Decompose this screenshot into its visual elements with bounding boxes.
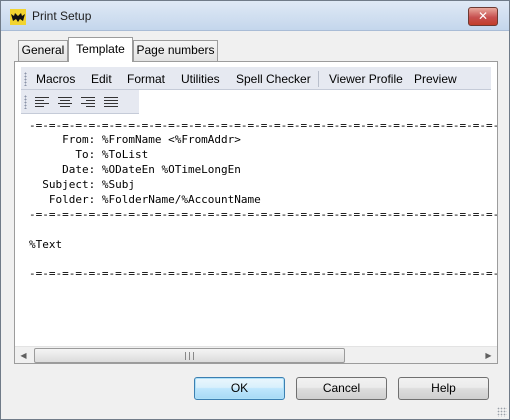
resize-grip-icon[interactable] <box>497 407 507 417</box>
template-line-subject: Subject: %Subj <box>29 178 135 191</box>
help-button[interactable]: Help <box>398 377 489 400</box>
close-icon: ✕ <box>477 9 489 23</box>
tab-label: Template <box>76 42 125 56</box>
template-panel: Macros Edit Format Utilities Spell Check… <box>14 61 498 364</box>
template-line-folder: Folder: %FolderName/%AccountName <box>29 193 261 206</box>
tab-general[interactable]: General <box>18 40 68 61</box>
bat-app-icon <box>10 9 26 25</box>
align-center-icon[interactable] <box>57 95 73 109</box>
align-justify-icon[interactable] <box>103 95 119 109</box>
menu-format[interactable]: Format <box>127 72 165 86</box>
toolbar-grip[interactable] <box>24 95 27 109</box>
grip-icon <box>185 352 194 360</box>
menu-spell-checker[interactable]: Spell Checker <box>236 72 311 86</box>
toolbar-grip[interactable] <box>24 72 27 86</box>
close-button[interactable]: ✕ <box>468 7 498 26</box>
menu-utilities[interactable]: Utilities <box>181 72 220 86</box>
title-bar[interactable]: Print Setup ✕ <box>1 1 509 31</box>
horizontal-scrollbar[interactable]: ◀ ▶ <box>15 346 497 363</box>
template-editor[interactable]: -=-=-=-=-=-=-=-=-=-=-=-=-=-=-=-=-=-=-=-=… <box>15 116 497 346</box>
menu-edit[interactable]: Edit <box>91 72 112 86</box>
editor-menu-bar: Macros Edit Format Utilities Spell Check… <box>21 66 491 90</box>
alignment-toolbar <box>21 90 139 114</box>
template-line-date: Date: %ODateEn %OTimeLongEn <box>29 163 241 176</box>
template-line-from: From: %FromName <%FromAddr> <box>29 133 241 146</box>
separator-line: -=-=-=-=-=-=-=-=-=-=-=-=-=-=-=-=-=-=-=-=… <box>29 267 497 280</box>
menu-separator <box>318 71 319 87</box>
tab-label: Page numbers <box>136 43 215 57</box>
tab-template[interactable]: Template <box>68 37 133 62</box>
separator-line: -=-=-=-=-=-=-=-=-=-=-=-=-=-=-=-=-=-=-=-=… <box>29 208 497 221</box>
print-setup-dialog: Print Setup ✕ General Template Page numb… <box>0 0 510 420</box>
scroll-right-icon[interactable]: ▶ <box>480 347 497 364</box>
template-line-text: %Text <box>29 238 63 251</box>
ok-button[interactable]: OK <box>194 377 285 400</box>
tab-page-numbers[interactable]: Page numbers <box>133 40 218 61</box>
menu-viewer-profile[interactable]: Viewer Profile <box>329 72 403 86</box>
scrollbar-thumb[interactable] <box>34 348 345 363</box>
menu-preview[interactable]: Preview <box>414 72 457 86</box>
cancel-button[interactable]: Cancel <box>296 377 387 400</box>
align-left-icon[interactable] <box>34 95 50 109</box>
align-right-icon[interactable] <box>80 95 96 109</box>
scroll-left-icon[interactable]: ◀ <box>15 347 32 364</box>
window-title: Print Setup <box>32 9 92 23</box>
template-line-to: To: %ToList <box>29 148 149 161</box>
menu-macros[interactable]: Macros <box>36 72 75 86</box>
tab-label: General <box>21 43 65 57</box>
separator-line: -=-=-=-=-=-=-=-=-=-=-=-=-=-=-=-=-=-=-=-=… <box>29 119 497 132</box>
